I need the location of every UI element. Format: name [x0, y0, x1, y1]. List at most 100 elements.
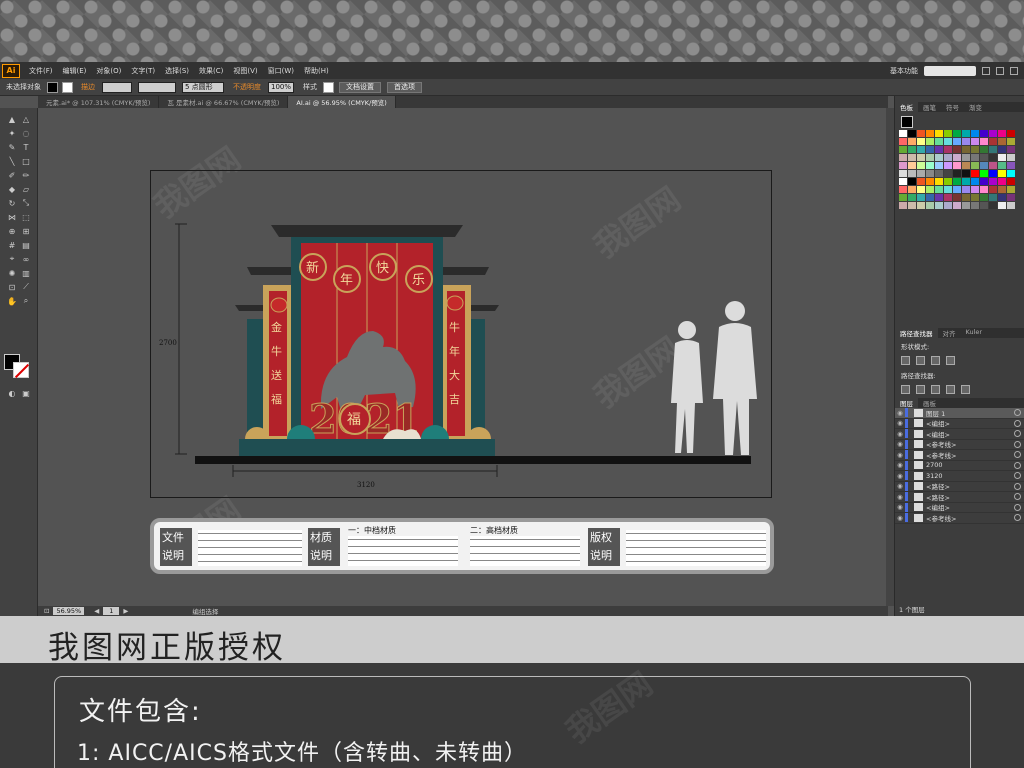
- rectangle-tool-icon[interactable]: □: [20, 156, 32, 166]
- screen-mode-icon[interactable]: ▣: [20, 388, 32, 398]
- color-swatch[interactable]: [917, 186, 925, 193]
- exclude-icon[interactable]: [946, 356, 955, 365]
- color-swatch[interactable]: [899, 146, 907, 153]
- scale-tool-icon[interactable]: ⤡: [20, 198, 32, 208]
- menu-help[interactable]: 帮助(H): [299, 66, 334, 76]
- eyedropper-tool-icon[interactable]: ⌖: [6, 254, 18, 264]
- color-swatch[interactable]: [899, 194, 907, 201]
- color-swatch[interactable]: [989, 138, 997, 145]
- prev-artboard-icon[interactable]: ◀: [94, 607, 99, 615]
- artboard-tool-icon[interactable]: ⊡: [6, 282, 18, 292]
- next-artboard-icon[interactable]: ▶: [123, 607, 128, 615]
- line-tool-icon[interactable]: ╲: [6, 156, 18, 166]
- color-swatch[interactable]: [962, 194, 970, 201]
- color-swatch[interactable]: [953, 154, 961, 161]
- target-circle-icon[interactable]: [1014, 440, 1021, 448]
- color-swatch[interactable]: [935, 202, 943, 209]
- color-swatch[interactable]: [908, 170, 916, 177]
- layer-row[interactable]: ◉ 3120: [895, 471, 1024, 482]
- color-swatch[interactable]: [926, 138, 934, 145]
- color-swatch[interactable]: [1007, 178, 1015, 185]
- color-swatch[interactable]: [998, 170, 1006, 177]
- color-swatch[interactable]: [989, 154, 997, 161]
- tab-elements[interactable]: 元素.ai* @ 107.31% (CMYK/预览): [38, 96, 160, 108]
- color-swatch[interactable]: [971, 170, 979, 177]
- visibility-eye-icon[interactable]: ◉: [895, 461, 905, 469]
- color-swatch[interactable]: [980, 202, 988, 209]
- layer-row[interactable]: ◉ <路径>: [895, 481, 1024, 492]
- color-swatch[interactable]: [1007, 186, 1015, 193]
- color-swatch[interactable]: [998, 154, 1006, 161]
- color-swatch[interactable]: [971, 162, 979, 169]
- graph-tool-icon[interactable]: ▥: [20, 268, 32, 278]
- color-swatch[interactable]: [926, 146, 934, 153]
- vertical-scrollbar[interactable]: [886, 108, 894, 606]
- unite-icon[interactable]: [901, 356, 910, 365]
- color-swatch[interactable]: [935, 146, 943, 153]
- draw-mode-icon[interactable]: ◐: [6, 388, 18, 398]
- target-circle-icon[interactable]: [1014, 493, 1021, 501]
- workspace-switcher[interactable]: 基本功能: [890, 66, 918, 76]
- color-swatch[interactable]: [899, 178, 907, 185]
- color-swatch[interactable]: [908, 154, 916, 161]
- merge-icon[interactable]: [931, 385, 940, 394]
- direct-selection-tool-icon[interactable]: △: [20, 114, 32, 124]
- visibility-eye-icon[interactable]: ◉: [895, 451, 905, 459]
- color-swatch[interactable]: [935, 138, 943, 145]
- color-swatch[interactable]: [926, 130, 934, 137]
- color-swatch[interactable]: [1007, 194, 1015, 201]
- color-swatch[interactable]: [908, 146, 916, 153]
- brush-field[interactable]: 5 点圆形: [182, 81, 224, 93]
- tab-brushes[interactable]: 画笔: [918, 102, 941, 112]
- tab-swatches[interactable]: 色板: [895, 102, 918, 112]
- color-swatch[interactable]: [1007, 138, 1015, 145]
- visibility-eye-icon[interactable]: ◉: [895, 472, 905, 480]
- hand-tool-icon[interactable]: ✋: [6, 296, 18, 306]
- color-swatch[interactable]: [926, 170, 934, 177]
- menu-effect[interactable]: 效果(C): [194, 66, 228, 76]
- layer-row[interactable]: ◉ <参考线>: [895, 450, 1024, 461]
- target-circle-icon[interactable]: [1014, 430, 1021, 438]
- type-tool-icon[interactable]: T: [20, 142, 32, 152]
- color-swatch[interactable]: [989, 186, 997, 193]
- color-swatch[interactable]: [899, 154, 907, 161]
- layer-row[interactable]: ◉ <编组>: [895, 429, 1024, 440]
- divide-icon[interactable]: [901, 385, 910, 394]
- paintbrush-tool-icon[interactable]: ✐: [6, 170, 18, 180]
- mesh-tool-icon[interactable]: #: [6, 240, 18, 250]
- color-swatch[interactable]: [899, 202, 907, 209]
- color-swatch[interactable]: [980, 154, 988, 161]
- color-swatch[interactable]: [944, 130, 952, 137]
- color-swatch[interactable]: [953, 170, 961, 177]
- color-swatch[interactable]: [953, 162, 961, 169]
- color-swatch[interactable]: [953, 186, 961, 193]
- intersect-icon[interactable]: [931, 356, 940, 365]
- symbol-sprayer-tool-icon[interactable]: ✺: [6, 268, 18, 278]
- tab-kuler[interactable]: Kuler: [961, 328, 988, 338]
- color-swatch[interactable]: [1007, 162, 1015, 169]
- target-circle-icon[interactable]: [1014, 472, 1021, 480]
- color-swatch[interactable]: [1007, 146, 1015, 153]
- color-swatch[interactable]: [998, 194, 1006, 201]
- color-swatch[interactable]: [944, 154, 952, 161]
- color-swatch[interactable]: [908, 202, 916, 209]
- canvas-area[interactable]: 我图网 我图网 我图网 我图网 2700 3120: [38, 108, 888, 606]
- color-swatch[interactable]: [962, 130, 970, 137]
- color-swatch[interactable]: [962, 138, 970, 145]
- lasso-tool-icon[interactable]: ◌: [20, 128, 32, 138]
- tab-layers[interactable]: 图层: [895, 398, 918, 408]
- slice-tool-icon[interactable]: ⟋: [20, 282, 32, 292]
- shape-builder-tool-icon[interactable]: ⊕: [6, 226, 18, 236]
- artboard-number-field[interactable]: 1: [103, 607, 120, 615]
- swatch-fill-indicator[interactable]: [901, 116, 913, 128]
- color-swatch[interactable]: [998, 162, 1006, 169]
- color-swatch[interactable]: [908, 130, 916, 137]
- visibility-eye-icon[interactable]: ◉: [895, 430, 905, 438]
- style-swatch[interactable]: [323, 81, 334, 93]
- color-swatch[interactable]: [917, 170, 925, 177]
- eraser-tool-icon[interactable]: ▱: [20, 184, 32, 194]
- tab-ai-active[interactable]: AI.ai @ 56.95% (CMYK/预览): [288, 96, 396, 108]
- color-swatch[interactable]: [989, 162, 997, 169]
- color-swatch[interactable]: [980, 186, 988, 193]
- color-swatch[interactable]: [926, 154, 934, 161]
